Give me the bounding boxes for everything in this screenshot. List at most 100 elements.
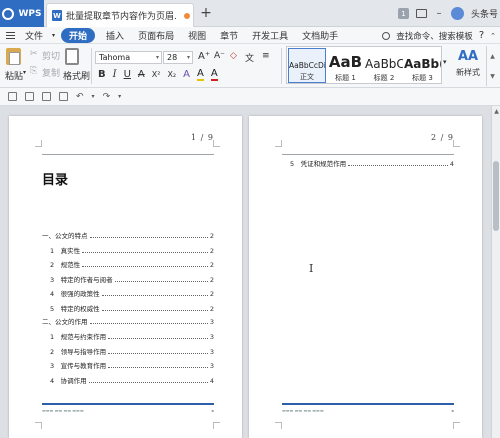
chevron-up-icon[interactable]: ▲ [492, 108, 500, 115]
grow-font-icon[interactable]: A⁺ [198, 51, 210, 62]
new-tab-button[interactable]: + [198, 4, 214, 22]
chevron-up-icon[interactable]: ▲ [490, 53, 495, 60]
text-effect-button[interactable]: A [183, 69, 190, 80]
format-painter-button[interactable]: 格式刷 [63, 69, 90, 82]
paragraph-icon[interactable]: ≡ [262, 51, 270, 61]
tab-page-layout[interactable]: 页面布局 [131, 29, 181, 42]
tab-developer[interactable]: 开发工具 [245, 29, 295, 42]
tab-view[interactable]: 视图 [181, 29, 213, 42]
toc-entry[interactable]: 5 凭证和规范作用 4 [282, 158, 454, 168]
font-name-select[interactable]: Tahoma ▾ [95, 51, 162, 64]
toc-entry[interactable]: 1 规范与约束作用 3 [42, 331, 214, 341]
toc-entry-page: 4 [209, 377, 214, 386]
window-count-badge[interactable]: 1 [397, 8, 409, 19]
undo-icon[interactable]: ↶ [76, 92, 84, 102]
toc-leader-dots [108, 337, 208, 339]
search-icon[interactable] [382, 31, 391, 40]
crop-mark [213, 140, 220, 147]
document-tab[interactable]: W 批量提取章节内容作为页眉.docx [46, 3, 194, 27]
menu-file[interactable]: 文件 [18, 29, 50, 42]
print-preview-icon[interactable] [25, 92, 34, 101]
hamburger-icon[interactable] [6, 31, 15, 39]
ribbon-scroll[interactable]: ▲ ▼ [486, 46, 498, 86]
toc-leader-dots [89, 237, 208, 238]
page-1[interactable]: 1 / 9 目录 一、公文的特点 2 1 真实性 2 2 规范性 2 3 特定的作者与阅者 2… [9, 116, 242, 438]
undo-chevron-icon[interactable]: ▾ [92, 93, 95, 100]
shrink-font-icon[interactable]: A⁻ [214, 51, 225, 61]
tab-doc-assistant[interactable]: 文档助手 [295, 29, 345, 42]
paste-button[interactable]: 粘贴 [5, 69, 23, 82]
toc-entry[interactable]: 二、公文的作用 3 [42, 316, 214, 326]
pinyin-icon[interactable]: 文 [245, 51, 254, 64]
menu-file-chevron[interactable]: ▾ [50, 32, 57, 39]
save-icon[interactable] [8, 92, 17, 101]
highlight-button[interactable]: A [196, 68, 204, 81]
skin-icon[interactable] [415, 9, 427, 18]
crop-mark [35, 422, 42, 429]
wps-tab-label: WPS [18, 8, 42, 19]
command-search[interactable]: 查找命令、搜索模板 [396, 30, 473, 42]
tab-insert[interactable]: 插入 [99, 29, 131, 42]
toc-entry[interactable]: 3 特定的作者与阅者 2 [42, 274, 214, 284]
customize-chevron-icon[interactable]: ▾ [118, 93, 121, 100]
chevron-down-icon[interactable]: ▼ [490, 73, 495, 80]
footer-rule [282, 403, 454, 405]
user-name[interactable]: 头条号 [471, 7, 498, 20]
toc-entry[interactable]: 2 规范性 2 [42, 259, 214, 269]
scissors-icon[interactable]: ✂ [30, 49, 38, 59]
tab-chapter[interactable]: 章节 [213, 29, 245, 42]
vertical-scrollbar[interactable]: ▲ [491, 106, 500, 438]
toc-leader-dots [89, 323, 208, 324]
document-area[interactable]: 1 / 9 目录 一、公文的特点 2 1 真实性 2 2 规范性 2 3 特定的作者与阅者 2… [0, 106, 500, 438]
redo-icon[interactable]: ↷ [103, 92, 111, 102]
cut-button[interactable]: 剪切 [42, 49, 60, 62]
toc-heading[interactable]: 目录 [42, 169, 68, 188]
style-heading-2[interactable]: AaBbC 标题 2 [365, 48, 403, 83]
style-name: 标题 2 [373, 74, 395, 82]
avatar[interactable] [450, 7, 464, 20]
collapse-ribbon-icon[interactable]: ⌃ [490, 32, 496, 40]
toc-entry[interactable]: 5 特定的权威性 2 [42, 303, 214, 313]
clear-format-icon[interactable]: ◇ [230, 51, 237, 61]
style-heading-3[interactable]: AaBb( 标题 3 [404, 48, 441, 83]
toc-entry[interactable]: 一、公文的特点 2 [42, 230, 214, 240]
toc-entry[interactable]: 3 宣传与教育作用 3 [42, 360, 214, 370]
toc-entry[interactable]: 2 领导与指导作用 3 [42, 346, 214, 356]
strikethrough-button[interactable]: A [138, 69, 145, 80]
toc-entry[interactable]: 4 协调作用 4 [42, 375, 214, 385]
export-pdf-icon[interactable] [59, 92, 68, 101]
new-style-icon: AA [457, 49, 479, 64]
paste-chevron-icon[interactable]: ▾ [23, 69, 26, 76]
style-heading-1[interactable]: AaB 标题 1 [327, 48, 364, 83]
new-style-button[interactable]: AA 新样式 [452, 49, 484, 78]
header-page-number: 1 / 9 [191, 133, 214, 142]
unsaved-dot-icon[interactable] [184, 12, 190, 19]
toc-entry-label: 3 宣传与教育作用 [50, 362, 107, 371]
toc-entry[interactable]: 1 真实性 2 [42, 245, 214, 255]
tab-home[interactable]: 开始 [61, 27, 96, 43]
toc-leader-dots [108, 367, 208, 369]
print-icon[interactable] [42, 92, 51, 101]
paste-icon[interactable] [6, 48, 21, 65]
style-name: 标题 3 [412, 74, 433, 82]
gallery-more-icon[interactable]: ▾ [443, 58, 447, 66]
toc-entry[interactable]: 4 很强的政策性 2 [42, 288, 214, 298]
wps-home-tab[interactable]: WPS [0, 0, 44, 27]
bold-button[interactable]: B [98, 69, 106, 80]
italic-button[interactable]: I [113, 69, 117, 80]
subscript-button[interactable]: X₂ [167, 70, 176, 79]
page-2[interactable]: 2 / 9 5 凭证和规范作用 4 I ▬▬▬ ▬▬ ▬▬ ▬▬▬ ▪ [249, 116, 482, 438]
font-size-select[interactable]: 28 ▾ [163, 51, 193, 64]
format-painter-icon[interactable] [65, 48, 79, 65]
copy-button[interactable]: 复制 [42, 66, 60, 79]
toc-entry-label: 5 特定的权威性 [50, 304, 100, 313]
copy-icon[interactable]: ⎘ [30, 66, 37, 76]
help-icon[interactable]: ? [479, 30, 484, 41]
underline-button[interactable]: U [124, 69, 131, 80]
style-normal[interactable]: AaBbCcDi 正文 [288, 48, 326, 83]
word-doc-icon: W [52, 10, 62, 21]
scrollbar-thumb[interactable] [493, 161, 499, 231]
minimize-icon[interactable]: – [434, 8, 444, 19]
superscript-button[interactable]: X² [152, 70, 161, 79]
font-color-button[interactable]: A [210, 68, 218, 81]
